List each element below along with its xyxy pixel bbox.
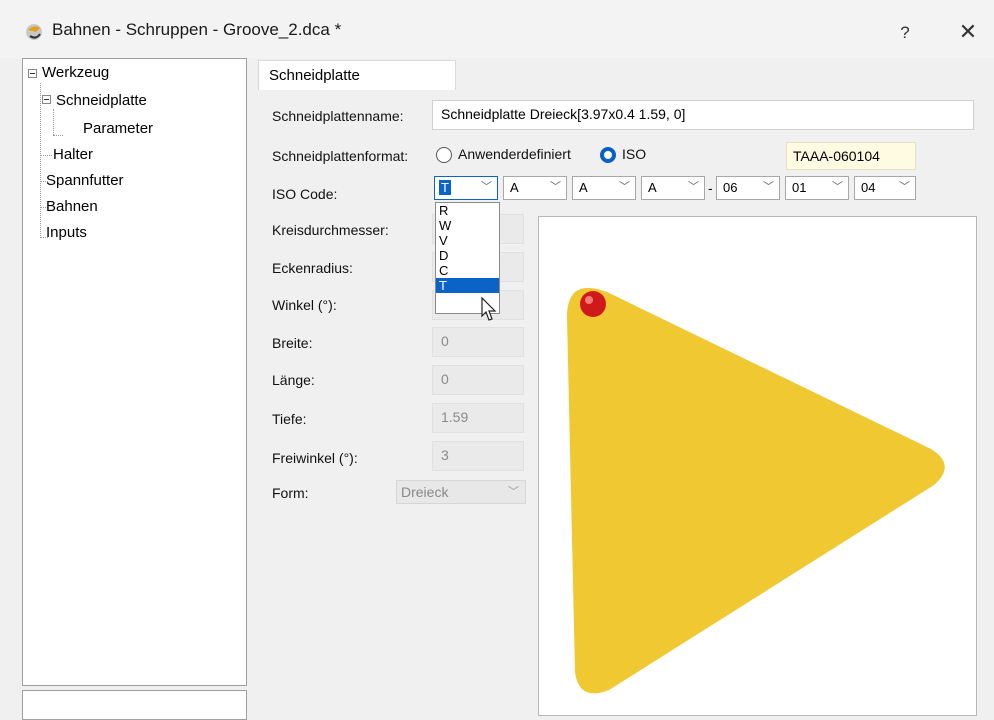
dropdown-option-w[interactable]: W — [436, 218, 499, 233]
name-field[interactable]: Schneidplatte Dreieck[3.97x0.4 1.59, 0] — [432, 100, 974, 130]
tree-item-schneidplatte[interactable]: Schneidplatte — [56, 92, 147, 109]
tab-schneidplatte[interactable]: Schneidplatte — [258, 60, 456, 90]
tree-item-halter[interactable]: Halter — [53, 146, 93, 163]
tiefe-label: Tiefe: — [272, 411, 307, 427]
chevron-down-icon: ﹀ — [508, 486, 519, 498]
ecken-label: Eckenradius: — [272, 260, 353, 276]
radio-iso[interactable] — [600, 147, 616, 163]
help-button[interactable]: ? — [890, 18, 920, 48]
form-label: Form: — [272, 485, 309, 501]
chevron-down-icon: ﹀ — [832, 181, 843, 193]
iso-thickness-combo[interactable]: 01 ﹀ — [785, 176, 849, 200]
radio-custom[interactable] — [436, 147, 452, 163]
breite-label: Breite: — [272, 335, 313, 351]
winkel-label: Winkel (°): — [272, 297, 337, 313]
insert-triangle-shape — [567, 287, 945, 694]
close-button[interactable]: ✕ — [948, 16, 988, 48]
tree-footer-panel — [22, 690, 247, 720]
tree-item-inputs[interactable]: Inputs — [46, 224, 87, 241]
iso-radius-combo[interactable]: 04 ﹀ — [854, 176, 916, 200]
chevron-down-icon: ﹀ — [550, 181, 561, 193]
iso-code-display: TAAA-060104 — [786, 142, 916, 170]
app-icon — [24, 22, 44, 42]
laenge-field: 0 — [432, 365, 524, 395]
iso-type-combo[interactable]: A ﹀ — [641, 176, 705, 200]
dropdown-option-t[interactable]: T — [436, 278, 499, 293]
tree-item-bahnen[interactable]: Bahnen — [46, 198, 98, 215]
freiwinkel-field: 3 — [432, 441, 524, 471]
collapse-icon[interactable] — [28, 69, 37, 78]
form-combo: Dreieck ﹀ — [396, 480, 526, 504]
dropdown-option-v[interactable]: V — [436, 233, 499, 248]
chevron-down-icon: ﹀ — [688, 181, 699, 193]
mouse-cursor-icon — [480, 296, 498, 324]
collapse-icon[interactable] — [42, 95, 51, 104]
laenge-label: Länge: — [272, 372, 315, 388]
iso-code-label: ISO Code: — [272, 186, 338, 202]
freiwinkel-label: Freiwinkel (°): — [272, 450, 358, 466]
tiefe-field: 1.59 — [432, 403, 524, 433]
radio-custom-label: Anwenderdefiniert — [458, 146, 571, 162]
dropdown-option-r[interactable]: R — [436, 203, 499, 218]
name-label: Schneidplattenname: — [272, 108, 404, 124]
tree-item-werkzeug[interactable]: Werkzeug — [42, 64, 109, 81]
iso-separator: - — [708, 180, 713, 196]
tree-item-spannfutter[interactable]: Spannfutter — [46, 172, 124, 189]
kreis-label: Kreisdurchmesser: — [272, 222, 389, 238]
chevron-down-icon: ﹀ — [619, 181, 630, 193]
navigation-tree: Werkzeug Schneidplatte Parameter Halter … — [22, 58, 247, 686]
radio-iso-label: ISO — [622, 146, 647, 162]
iso-shape-combo[interactable]: T ﹀ — [434, 176, 498, 200]
iso-clearance-combo[interactable]: A ﹀ — [503, 176, 567, 200]
reference-point-marker — [580, 291, 606, 317]
iso-size-combo[interactable]: 06 ﹀ — [716, 176, 780, 200]
chevron-down-icon: ﹀ — [899, 181, 910, 193]
dropdown-option-c[interactable]: C — [436, 263, 499, 278]
dropdown-option-d[interactable]: D — [436, 248, 499, 263]
tree-item-parameter[interactable]: Parameter — [83, 120, 153, 137]
window-title: Bahnen - Schruppen - Groove_2.dca * — [52, 20, 342, 39]
breite-field: 0 — [432, 327, 524, 357]
chevron-down-icon: ﹀ — [481, 181, 492, 193]
chevron-down-icon: ﹀ — [763, 181, 774, 193]
format-label: Schneidplattenformat: — [272, 148, 409, 164]
iso-tolerance-combo[interactable]: A ﹀ — [572, 176, 636, 200]
insert-preview — [538, 216, 977, 716]
